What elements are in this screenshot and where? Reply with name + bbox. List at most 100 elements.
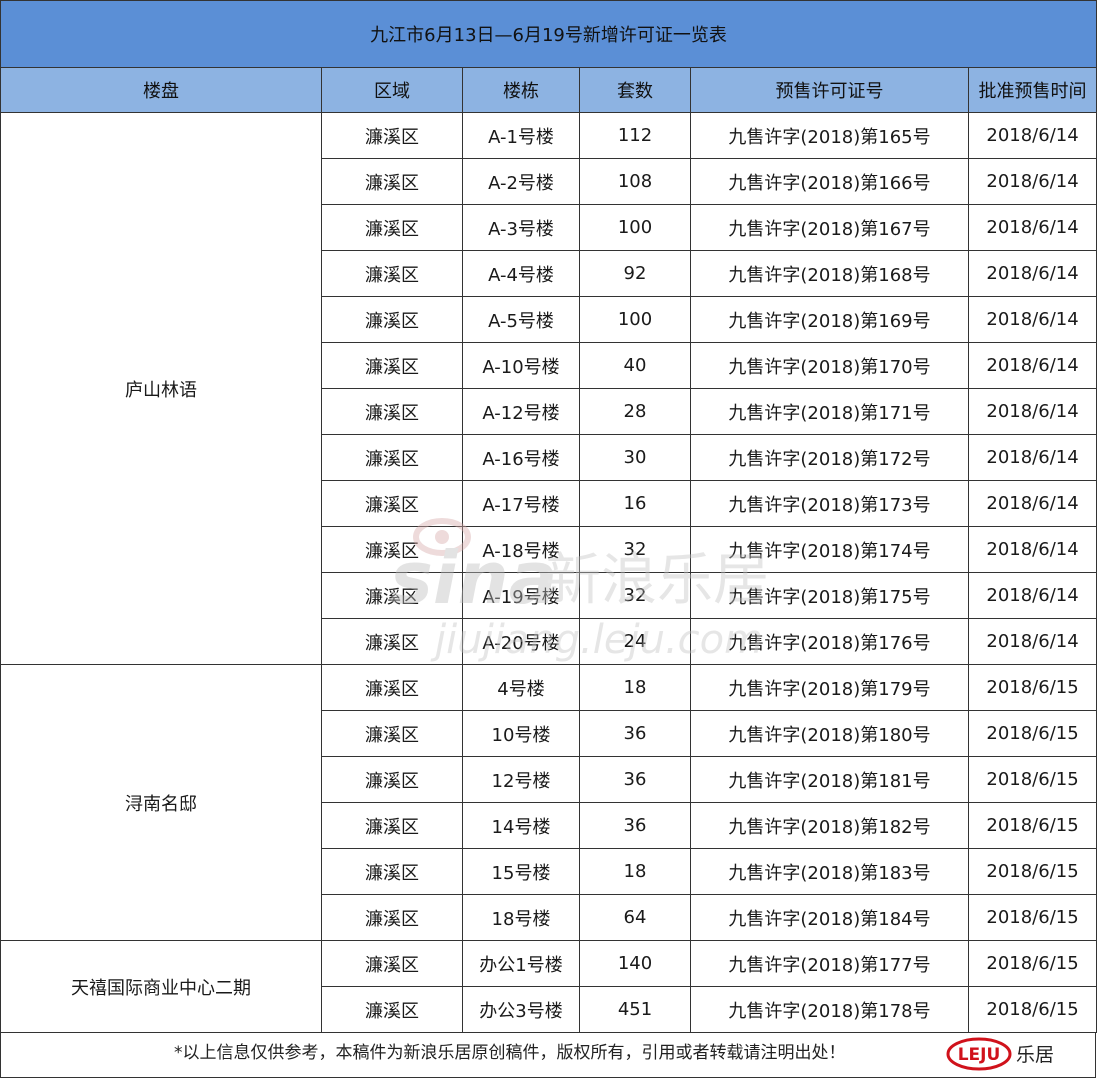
project-name-cell: 天禧国际商业中心二期 <box>0 940 322 1033</box>
header-row: 楼盘 区域 楼栋 套数 预售许可证号 批准预售时间 <box>0 67 1097 113</box>
building-cell: A-19号楼 <box>462 572 580 619</box>
district-cell: 濂溪区 <box>321 434 463 481</box>
date-cell: 2018/6/14 <box>967 388 1097 435</box>
units-cell: 92 <box>579 250 691 297</box>
permit-cell: 九售许字(2018)第178号 <box>690 986 969 1033</box>
leju-logo: LEJU 乐居 <box>946 1037 1054 1071</box>
building-cell: 4号楼 <box>462 664 580 711</box>
units-cell: 16 <box>579 480 691 527</box>
building-cell: A-2号楼 <box>462 158 580 205</box>
building-cell: 10号楼 <box>462 710 580 757</box>
date-cell: 2018/6/14 <box>967 250 1097 297</box>
table-title: 九江市6月13日—6月19号新增许可证一览表 <box>0 0 1097 68</box>
permit-cell: 九售许字(2018)第180号 <box>690 710 969 757</box>
project-name-cell: 庐山林语 <box>0 112 322 665</box>
permit-cell: 九售许字(2018)第175号 <box>690 572 969 619</box>
building-cell: A-5号楼 <box>462 296 580 343</box>
permit-cell: 九售许字(2018)第168号 <box>690 250 969 297</box>
project-name-cell: 浔南名邸 <box>0 664 322 941</box>
units-cell: 140 <box>579 940 691 987</box>
district-cell: 濂溪区 <box>321 388 463 435</box>
district-cell: 濂溪区 <box>321 618 463 665</box>
header-date: 批准预售时间 <box>967 67 1097 113</box>
date-cell: 2018/6/15 <box>967 986 1097 1033</box>
building-cell: 14号楼 <box>462 802 580 849</box>
date-cell: 2018/6/15 <box>967 894 1097 941</box>
units-cell: 18 <box>579 664 691 711</box>
permit-cell: 九售许字(2018)第182号 <box>690 802 969 849</box>
permit-cell: 九售许字(2018)第165号 <box>690 112 969 159</box>
units-cell: 451 <box>579 986 691 1033</box>
district-cell: 濂溪区 <box>321 526 463 573</box>
permit-cell: 九售许字(2018)第183号 <box>690 848 969 895</box>
district-cell: 濂溪区 <box>321 986 463 1033</box>
date-cell: 2018/6/14 <box>967 434 1097 481</box>
district-cell: 濂溪区 <box>321 296 463 343</box>
district-cell: 濂溪区 <box>321 158 463 205</box>
permit-cell: 九售许字(2018)第170号 <box>690 342 969 389</box>
date-cell: 2018/6/14 <box>967 296 1097 343</box>
header-district: 区域 <box>321 67 463 113</box>
permit-cell: 九售许字(2018)第181号 <box>690 756 969 803</box>
date-cell: 2018/6/14 <box>967 158 1097 205</box>
permit-cell: 九售许字(2018)第176号 <box>690 618 969 665</box>
units-cell: 40 <box>579 342 691 389</box>
date-cell: 2018/6/14 <box>967 480 1097 527</box>
building-cell: A-10号楼 <box>462 342 580 389</box>
permit-cell: 九售许字(2018)第179号 <box>690 664 969 711</box>
permit-cell: 九售许字(2018)第174号 <box>690 526 969 573</box>
permit-cell: 九售许字(2018)第167号 <box>690 204 969 251</box>
district-cell: 濂溪区 <box>321 802 463 849</box>
district-cell: 濂溪区 <box>321 204 463 251</box>
district-cell: 濂溪区 <box>321 756 463 803</box>
building-cell: A-4号楼 <box>462 250 580 297</box>
building-cell: A-1号楼 <box>462 112 580 159</box>
units-cell: 112 <box>579 112 691 159</box>
units-cell: 100 <box>579 204 691 251</box>
permit-cell: 九售许字(2018)第171号 <box>690 388 969 435</box>
permit-table: 九江市6月13日—6月19号新增许可证一览表 楼盘 区域 楼栋 套数 预售许可证… <box>0 0 1097 1033</box>
building-cell: 15号楼 <box>462 848 580 895</box>
header-units: 套数 <box>579 67 691 113</box>
date-cell: 2018/6/14 <box>967 112 1097 159</box>
district-cell: 濂溪区 <box>321 664 463 711</box>
permit-cell: 九售许字(2018)第173号 <box>690 480 969 527</box>
date-cell: 2018/6/14 <box>967 204 1097 251</box>
district-cell: 濂溪区 <box>321 710 463 757</box>
units-cell: 30 <box>579 434 691 481</box>
permit-cell: 九售许字(2018)第177号 <box>690 940 969 987</box>
units-cell: 108 <box>579 158 691 205</box>
building-cell: A-16号楼 <box>462 434 580 481</box>
district-cell: 濂溪区 <box>321 480 463 527</box>
units-cell: 100 <box>579 296 691 343</box>
units-cell: 36 <box>579 756 691 803</box>
date-cell: 2018/6/14 <box>967 342 1097 389</box>
header-permit: 预售许可证号 <box>690 67 969 113</box>
table-row: 浔南名邸 濂溪区 4号楼 18 九售许字(2018)第179号 2018/6/15 <box>0 664 1097 941</box>
district-cell: 濂溪区 <box>321 250 463 297</box>
header-project: 楼盘 <box>0 67 322 113</box>
date-cell: 2018/6/14 <box>967 618 1097 665</box>
header-building: 楼栋 <box>462 67 580 113</box>
date-cell: 2018/6/15 <box>967 664 1097 711</box>
building-cell: A-17号楼 <box>462 480 580 527</box>
units-cell: 36 <box>579 802 691 849</box>
date-cell: 2018/6/15 <box>967 940 1097 987</box>
date-cell: 2018/6/15 <box>967 848 1097 895</box>
building-cell: 办公3号楼 <box>462 986 580 1033</box>
logo-text: 乐居 <box>1016 1044 1054 1066</box>
permit-cell: 九售许字(2018)第166号 <box>690 158 969 205</box>
footer-note: *以上信息仅供参考，本稿件为新浪乐居原创稿件，版权所有，引用或者转载请注明出处！ <box>174 1043 846 1063</box>
table-row: 天禧国际商业中心二期 濂溪区 办公1号楼 140 九售许字(2018)第177号 2018… <box>0 940 1097 1033</box>
units-cell: 32 <box>579 572 691 619</box>
permit-cell: 九售许字(2018)第172号 <box>690 434 969 481</box>
units-cell: 36 <box>579 710 691 757</box>
date-cell: 2018/6/15 <box>967 710 1097 757</box>
units-cell: 32 <box>579 526 691 573</box>
units-cell: 24 <box>579 618 691 665</box>
district-cell: 濂溪区 <box>321 894 463 941</box>
permit-cell: 九售许字(2018)第169号 <box>690 296 969 343</box>
document-page: 九江市6月13日—6月19号新增许可证一览表 楼盘 区域 楼栋 套数 预售许可证… <box>0 0 1097 1079</box>
date-cell: 2018/6/14 <box>967 572 1097 619</box>
building-cell: 12号楼 <box>462 756 580 803</box>
